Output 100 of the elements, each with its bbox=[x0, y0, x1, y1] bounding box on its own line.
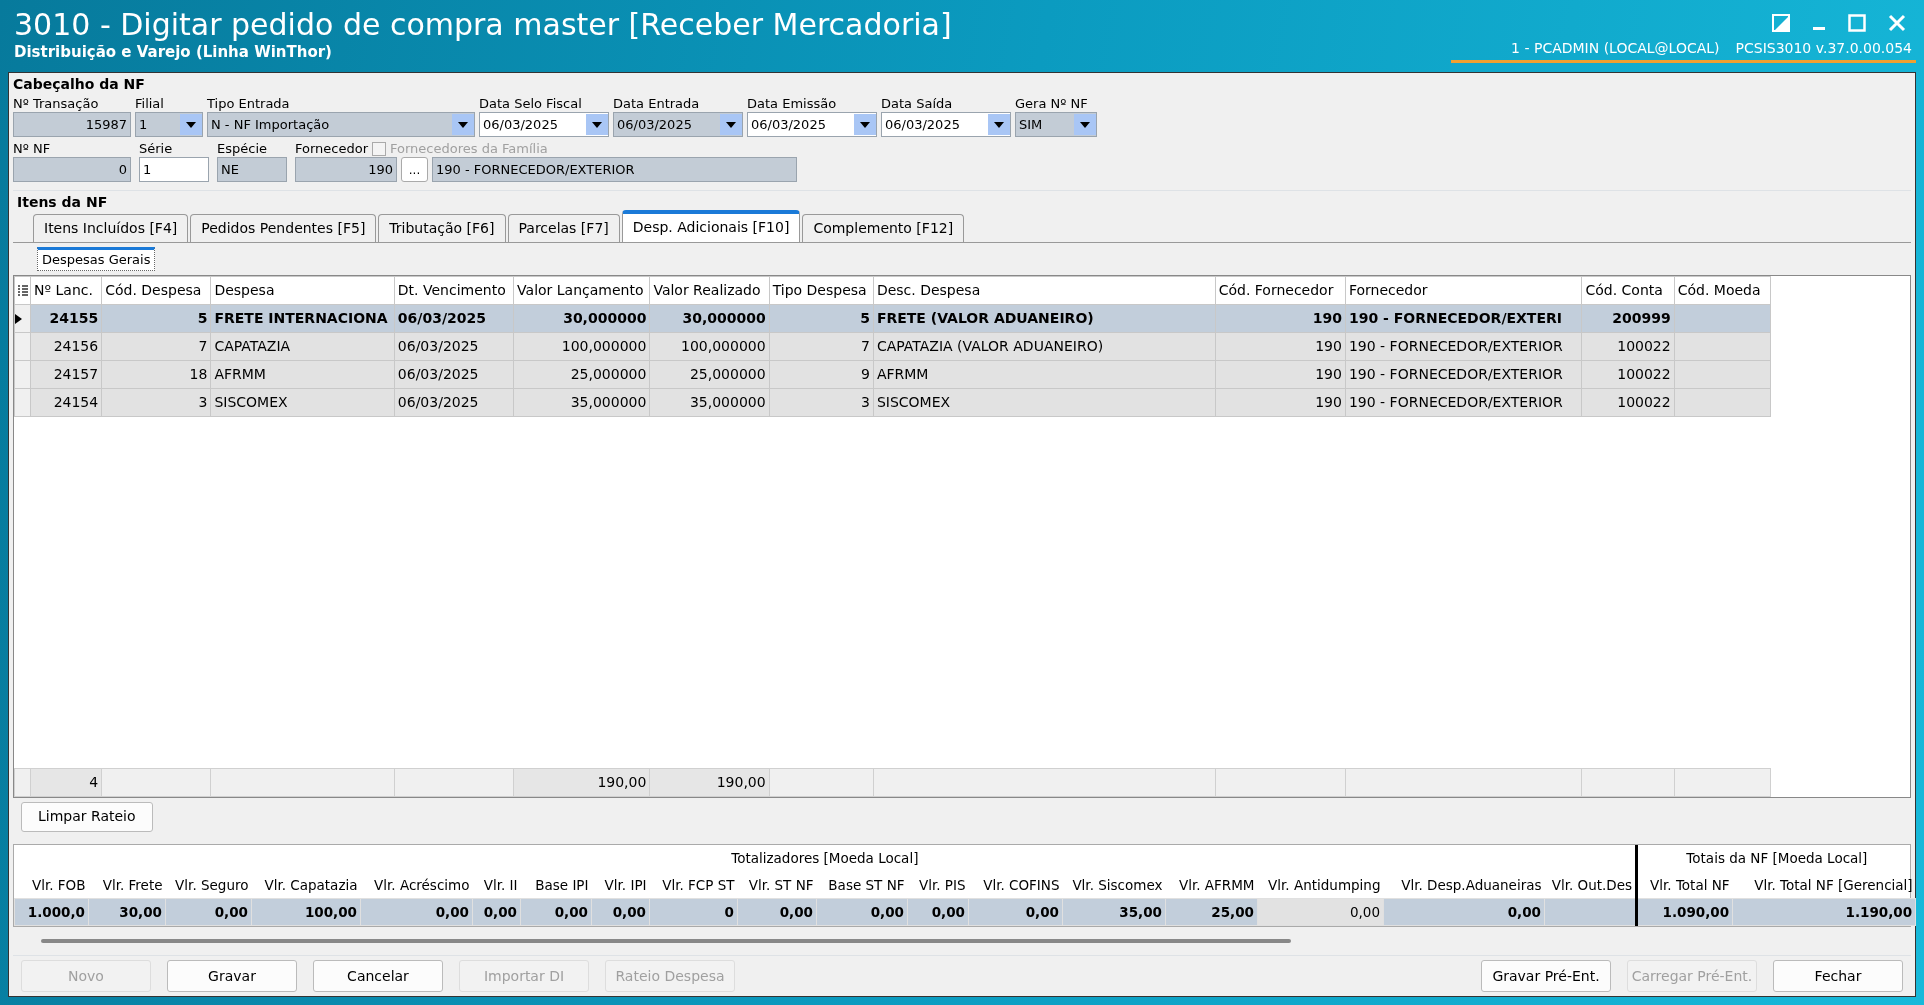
table-cell: CAPATAZIA bbox=[210, 332, 395, 361]
table-cell: 7 bbox=[769, 332, 874, 361]
field-label: Nº NF bbox=[13, 141, 52, 158]
input-field[interactable]: 1 bbox=[139, 157, 209, 183]
value-cell: 0,00 bbox=[1257, 898, 1384, 926]
table-cell: SISCOMEX bbox=[873, 388, 1216, 417]
dropdown-icon[interactable] bbox=[854, 114, 876, 136]
field-label: Filial bbox=[135, 96, 165, 113]
combo-field[interactable]: SIM bbox=[1015, 112, 1097, 138]
row-header[interactable] bbox=[14, 304, 31, 333]
column-header[interactable]: Tipo Despesa bbox=[769, 276, 874, 305]
table-cell: 30,000000 bbox=[513, 304, 650, 333]
table-cell: SISCOMEX bbox=[210, 388, 395, 417]
combo-field[interactable]: 06/03/2025 bbox=[613, 112, 743, 138]
table-cell: 35,000000 bbox=[649, 388, 770, 417]
column-header[interactable]: Dt. Vencimento bbox=[394, 276, 514, 305]
column-header: Vlr. Frete bbox=[88, 871, 166, 899]
field-label: Nº Transação bbox=[13, 96, 100, 113]
tab[interactable]: Tributação [F6] bbox=[378, 213, 506, 242]
group-label: Totalizadores [Moeda Local] bbox=[14, 844, 1637, 872]
table-cell: FRETE (VALOR ADUANEIRO) bbox=[873, 304, 1216, 333]
table-cell: 5 bbox=[101, 304, 211, 333]
combo-field[interactable]: 06/03/2025 bbox=[881, 112, 1011, 138]
table-cell: 190 - FORNECEDOR/EXTERI bbox=[1345, 304, 1582, 333]
tab[interactable]: Despesas Gerais bbox=[37, 246, 156, 271]
action-button[interactable]: Cancelar bbox=[313, 960, 443, 992]
clear-button[interactable]: Limpar Rateio bbox=[21, 801, 153, 832]
action-button[interactable]: Gravar Pré-Ent. bbox=[1481, 960, 1611, 992]
dropdown-icon[interactable] bbox=[586, 114, 608, 136]
column-chooser-icon[interactable] bbox=[18, 284, 28, 297]
column-header: Vlr. AFRMM bbox=[1165, 871, 1258, 899]
table-cell: 190 bbox=[1215, 332, 1346, 361]
input-field[interactable]: 0 bbox=[13, 157, 131, 183]
column-header[interactable]: Cód. Despesa bbox=[101, 276, 211, 305]
column-header[interactable]: Cód. Fornecedor bbox=[1215, 276, 1346, 305]
table-cell: 3 bbox=[769, 388, 874, 417]
table-cell: 06/03/2025 bbox=[394, 360, 514, 389]
lookup-button[interactable]: ... bbox=[401, 157, 428, 183]
combo-field[interactable]: 1 bbox=[135, 112, 203, 138]
dropdown-icon[interactable] bbox=[720, 114, 742, 136]
value-cell: 0,00 bbox=[737, 898, 817, 926]
field-label: Data Entrada bbox=[613, 96, 701, 113]
footer-total: 190,00 bbox=[649, 768, 770, 796]
tab[interactable]: Desp. Adicionais [F10] bbox=[621, 209, 801, 242]
table-cell: 5 bbox=[769, 304, 874, 333]
dropdown-icon[interactable] bbox=[452, 114, 474, 136]
field-label: Espécie bbox=[217, 141, 268, 158]
input-field[interactable]: 15987 bbox=[13, 112, 131, 138]
tab[interactable]: Itens Incluídos [F4] bbox=[33, 213, 189, 242]
column-header[interactable]: Despesa bbox=[210, 276, 395, 305]
value-cell: 0,00 bbox=[165, 898, 252, 926]
table-cell: AFRMM bbox=[210, 360, 395, 389]
action-button[interactable]: Fechar bbox=[1773, 960, 1903, 992]
input-field[interactable]: NE bbox=[217, 157, 287, 183]
combo-field[interactable]: N - NF Importação bbox=[207, 112, 475, 138]
tab[interactable]: Complemento [F12] bbox=[802, 213, 965, 242]
column-header: Vlr. Total NF [Gerencial] bbox=[1732, 871, 1916, 899]
field-label: Série bbox=[139, 141, 174, 158]
column-header[interactable]: Nº Lanc. bbox=[30, 276, 102, 305]
table-cell: 25,000000 bbox=[513, 360, 650, 389]
table-cell: 190 bbox=[1215, 360, 1346, 389]
dropdown-icon[interactable] bbox=[988, 114, 1010, 136]
action-button[interactable]: Gravar bbox=[167, 960, 297, 992]
tab[interactable]: Pedidos Pendentes [F5] bbox=[190, 213, 377, 242]
dropdown-icon[interactable] bbox=[180, 114, 202, 136]
value-cell: 0,00 bbox=[591, 898, 650, 926]
resize-icon[interactable] bbox=[1772, 14, 1790, 32]
input-field[interactable]: 190 - FORNECEDOR/EXTERIOR bbox=[432, 157, 797, 183]
column-header[interactable]: Valor Realizado bbox=[649, 276, 770, 305]
table-cell: 3 bbox=[101, 388, 211, 417]
field-label: Tipo Entrada bbox=[207, 96, 291, 113]
table-cell: 100022 bbox=[1581, 388, 1675, 417]
table-cell: 24154 bbox=[30, 388, 102, 417]
column-header: Vlr. Antidumping bbox=[1257, 871, 1384, 899]
field-label: Data Saída bbox=[881, 96, 954, 113]
combo-field[interactable]: 06/03/2025 bbox=[479, 112, 609, 138]
column-header[interactable]: Desc. Despesa bbox=[873, 276, 1216, 305]
combo-field[interactable]: 06/03/2025 bbox=[747, 112, 877, 138]
table-cell: 25,000000 bbox=[649, 360, 770, 389]
dropdown-icon[interactable] bbox=[1074, 114, 1096, 136]
table-cell: 06/03/2025 bbox=[394, 388, 514, 417]
table-cell: 190 - FORNECEDOR/EXTERIOR bbox=[1345, 332, 1582, 361]
column-header[interactable]: Valor Lançamento bbox=[513, 276, 650, 305]
section-title: Itens da NF bbox=[16, 193, 109, 211]
value-cell: 0,00 bbox=[1383, 898, 1545, 926]
column-header[interactable]: Cód. Conta bbox=[1581, 276, 1675, 305]
table-cell: 06/03/2025 bbox=[394, 332, 514, 361]
value-cell: 1.190,00 bbox=[1732, 898, 1916, 926]
scrollbar-thumb[interactable] bbox=[41, 939, 1291, 943]
footer-total: 190,00 bbox=[513, 768, 650, 796]
input-field[interactable]: 190 bbox=[295, 157, 397, 183]
column-header[interactable]: Fornecedor bbox=[1345, 276, 1582, 305]
section-title: Cabeçalho da NF bbox=[13, 75, 146, 93]
column-header: Vlr. II bbox=[472, 871, 521, 899]
table-cell: 190 - FORNECEDOR/EXTERIOR bbox=[1345, 360, 1582, 389]
table-cell: 100022 bbox=[1581, 360, 1675, 389]
value-cell: 0 bbox=[649, 898, 738, 926]
column-header[interactable]: Cód. Moeda bbox=[1674, 276, 1771, 305]
group-label: Totais da NF [Moeda Local] bbox=[1636, 844, 1916, 872]
tab[interactable]: Parcelas [F7] bbox=[507, 213, 620, 242]
